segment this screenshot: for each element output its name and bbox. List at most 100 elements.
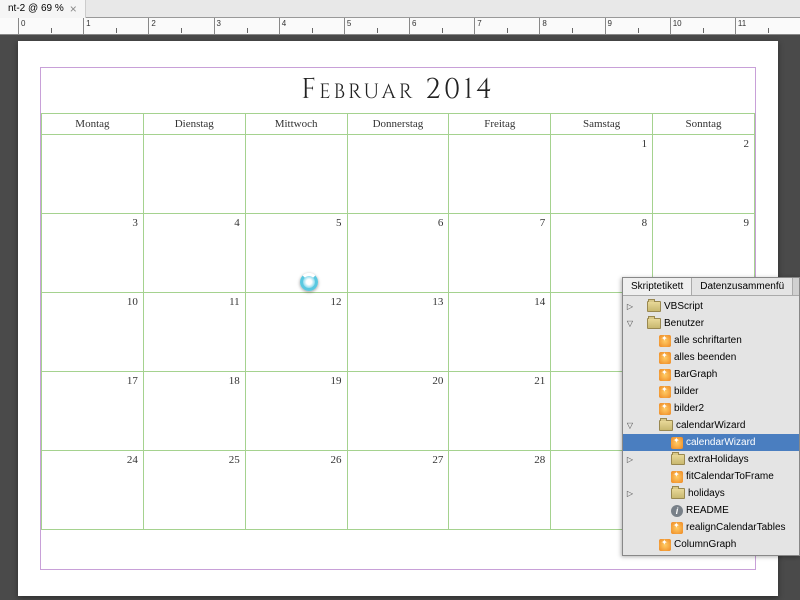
tree-item-label: calendarWizard — [676, 420, 745, 431]
ruler-mark: 5 — [344, 18, 409, 34]
tab-data-merge[interactable]: Datenzusammenfü — [692, 278, 793, 295]
calendar-cell[interactable]: 19 — [245, 372, 347, 451]
disclosure-arrow-icon[interactable] — [625, 421, 635, 430]
ruler-mark: 3 — [214, 18, 279, 34]
tree-item-label: extraHolidays — [688, 454, 749, 465]
disclosure-arrow-icon[interactable] — [625, 455, 635, 464]
tree-item-label: Benutzer — [664, 318, 704, 329]
disclosure-arrow-icon[interactable] — [625, 319, 635, 328]
tree-item-label: ColumnGraph — [674, 539, 736, 550]
tree-item-label: bilder2 — [674, 403, 704, 414]
folder-icon — [671, 488, 685, 499]
scripts-tree: VBScript Benutzer alle schriftarten alles b… — [623, 296, 799, 555]
calendar-cell[interactable]: 25 — [143, 451, 245, 530]
calendar-cell[interactable]: 1 — [551, 135, 653, 214]
calendar-cell[interactable]: 24 — [42, 451, 144, 530]
document-tab[interactable]: nt-2 @ 69 % × — [0, 0, 86, 18]
calendar-cell[interactable]: 27 — [347, 451, 449, 530]
calendar-cell[interactable] — [245, 135, 347, 214]
tree-item-columngraph[interactable]: ColumnGraph — [623, 536, 799, 553]
disclosure-arrow-icon[interactable] — [625, 302, 635, 311]
ruler-mark: 4 — [279, 18, 344, 34]
tree-item-label: holidays — [688, 488, 725, 499]
calendar-day-header: Samstag — [551, 114, 653, 135]
calendar-cell[interactable]: 7 — [449, 214, 551, 293]
tree-item-alle-schriftarten[interactable]: alle schriftarten — [623, 332, 799, 349]
document-tab-label: nt-2 @ 69 % — [8, 3, 64, 14]
calendar-cell[interactable]: 18 — [143, 372, 245, 451]
ruler-mark: 2 — [148, 18, 213, 34]
tree-item-fitcalendartoframe[interactable]: fitCalendarToFrame — [623, 468, 799, 485]
calendar-cell[interactable]: 10 — [42, 293, 144, 372]
script-icon — [671, 437, 683, 449]
tree-item-vbscript[interactable]: VBScript — [623, 298, 799, 315]
calendar-cell[interactable] — [449, 135, 551, 214]
tree-item-label: alle schriftarten — [674, 335, 742, 346]
folder-icon — [659, 420, 673, 431]
tree-item-bargraph[interactable]: BarGraph — [623, 366, 799, 383]
folder-icon — [671, 454, 685, 465]
calendar-day-header: Donnerstag — [347, 114, 449, 135]
tree-item-label: README — [686, 505, 729, 516]
calendar-title[interactable]: Februar 2014 — [41, 68, 755, 113]
calendar-cell[interactable]: 13 — [347, 293, 449, 372]
script-icon — [659, 403, 671, 415]
info-icon: i — [671, 505, 683, 517]
calendar-cell[interactable]: 17 — [42, 372, 144, 451]
document-tab-bar: nt-2 @ 69 % × — [0, 0, 800, 18]
calendar-day-header: Freitag — [449, 114, 551, 135]
panel-tab-bar: Skriptetikett Datenzusammenfü — [623, 278, 799, 296]
calendar-cell[interactable]: 26 — [245, 451, 347, 530]
script-icon — [659, 335, 671, 347]
script-icon — [659, 352, 671, 364]
calendar-cell[interactable] — [347, 135, 449, 214]
tree-item-bilder[interactable]: bilder — [623, 383, 799, 400]
tree-item-bilder2[interactable]: bilder2 — [623, 400, 799, 417]
ruler-mark: 10 — [670, 18, 735, 34]
tree-item-calendarwizard[interactable]: calendarWizard — [623, 434, 799, 451]
calendar-cell[interactable]: 11 — [143, 293, 245, 372]
tree-item-label: fitCalendarToFrame — [686, 471, 774, 482]
script-icon — [671, 471, 683, 483]
ruler-mark: 0 — [18, 18, 83, 34]
script-icon — [659, 539, 671, 551]
script-icon — [659, 369, 671, 381]
calendar-cell[interactable]: 4 — [143, 214, 245, 293]
calendar-cell[interactable]: 6 — [347, 214, 449, 293]
calendar-day-header: Dienstag — [143, 114, 245, 135]
ruler-mark: 9 — [605, 18, 670, 34]
close-icon[interactable]: × — [70, 2, 77, 16]
tree-item-alles-beenden[interactable]: alles beenden — [623, 349, 799, 366]
calendar-cell[interactable]: 3 — [42, 214, 144, 293]
calendar-cell[interactable]: 20 — [347, 372, 449, 451]
script-icon — [671, 522, 683, 534]
folder-icon — [647, 318, 661, 329]
calendar-cell[interactable]: 21 — [449, 372, 551, 451]
tab-script-label[interactable]: Skriptetikett — [623, 278, 692, 295]
ruler-mark: 7 — [474, 18, 539, 34]
calendar-cell[interactable] — [143, 135, 245, 214]
tree-item-realigncalendartables[interactable]: realignCalendarTables — [623, 519, 799, 536]
disclosure-arrow-icon[interactable] — [625, 489, 635, 498]
tree-item-calendarwizard[interactable]: calendarWizard — [623, 417, 799, 434]
folder-icon — [647, 301, 661, 312]
ruler-mark: 8 — [539, 18, 604, 34]
ruler-mark: 6 — [409, 18, 474, 34]
calendar-cell[interactable]: 14 — [449, 293, 551, 372]
tree-item-label: realignCalendarTables — [686, 522, 786, 533]
tree-item-label: VBScript — [664, 301, 703, 312]
tree-item-label: alles beenden — [674, 352, 736, 363]
calendar-cell[interactable]: 5 — [245, 214, 347, 293]
horizontal-ruler[interactable]: 01234567891011 — [0, 18, 800, 35]
calendar-cell[interactable]: 28 — [449, 451, 551, 530]
calendar-cell[interactable]: 2 — [653, 135, 755, 214]
tree-item-holidays[interactable]: holidays — [623, 485, 799, 502]
calendar-cell[interactable]: 12 — [245, 293, 347, 372]
tree-item-extraholidays[interactable]: extraHolidays — [623, 451, 799, 468]
scripts-panel: Skriptetikett Datenzusammenfü VBScript Be… — [622, 277, 800, 556]
ruler-mark: 11 — [735, 18, 800, 34]
tree-item-readme[interactable]: iREADME — [623, 502, 799, 519]
tree-item-label: calendarWizard — [686, 437, 755, 448]
tree-item-benutzer[interactable]: Benutzer — [623, 315, 799, 332]
calendar-cell[interactable] — [42, 135, 144, 214]
